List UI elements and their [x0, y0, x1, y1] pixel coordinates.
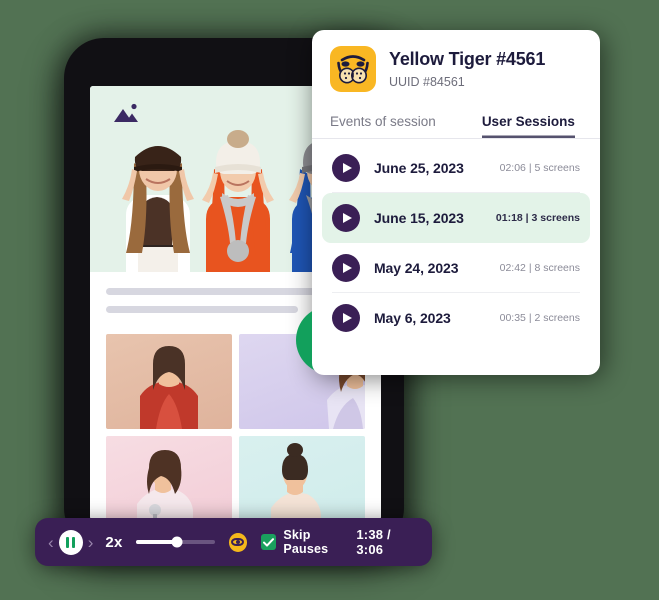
- list-item[interactable]: June 15, 2023 01:18 | 3 screens: [322, 193, 590, 243]
- session-uuid: UUID #84561: [389, 74, 465, 89]
- pause-button[interactable]: [58, 529, 83, 555]
- session-date: May 24, 2023: [374, 260, 459, 276]
- session-play-button[interactable]: [332, 154, 360, 182]
- skip-pauses-label: Skip Pauses: [283, 528, 329, 556]
- thumbnail-item[interactable]: [239, 436, 365, 520]
- pause-icon-bar-left: [66, 536, 70, 548]
- session-card-title-group: Yellow Tiger #4561 UUID #84561: [389, 49, 545, 89]
- volume-slider-knob[interactable]: [171, 536, 183, 548]
- session-meta: 02:42 | 8 screens: [499, 262, 580, 274]
- thumbnail-item[interactable]: [106, 334, 232, 429]
- play-icon: [343, 213, 352, 223]
- tab-user-sessions[interactable]: User Sessions: [482, 108, 575, 138]
- image-placeholder-icon: [114, 103, 138, 122]
- session-play-button[interactable]: [332, 304, 360, 332]
- session-card: Yellow Tiger #4561 UUID #84561 Events of…: [312, 30, 600, 375]
- chevron-left-icon[interactable]: ‹: [48, 534, 54, 551]
- session-meta: 00:35 | 2 screens: [499, 312, 580, 324]
- playback-speed-label[interactable]: 2x: [105, 534, 122, 551]
- eye-icon[interactable]: [228, 532, 247, 552]
- timecode-label: 1:38 / 3:06: [356, 527, 391, 557]
- list-item[interactable]: May 24, 2023 02:42 | 8 screens: [322, 243, 590, 293]
- thumbnail-item[interactable]: [106, 436, 232, 520]
- chevron-right-icon[interactable]: ›: [88, 534, 94, 551]
- play-icon: [343, 263, 352, 273]
- placeholder-bar: [106, 306, 298, 313]
- checkmark-icon: [263, 537, 275, 547]
- session-meta: 02:06 | 5 screens: [499, 162, 580, 174]
- session-player-bar: ‹ › 2x Skip Pauses 1:38 / 3:06: [35, 518, 432, 566]
- tab-events-of-session[interactable]: Events of session: [330, 108, 436, 138]
- avatar: [330, 46, 376, 92]
- session-play-button[interactable]: [332, 254, 360, 282]
- session-date: June 25, 2023: [374, 160, 464, 176]
- session-date: May 6, 2023: [374, 310, 451, 326]
- eye-pupil: [231, 538, 245, 546]
- session-meta: 01:18 | 3 screens: [495, 212, 580, 224]
- session-card-header: Yellow Tiger #4561 UUID #84561: [312, 30, 600, 100]
- page-title: Yellow Tiger #4561: [389, 49, 546, 70]
- session-date: June 15, 2023: [374, 210, 464, 226]
- user-sessions-list: June 25, 2023 02:06 | 5 screens June 15,…: [312, 139, 600, 343]
- volume-slider[interactable]: [135, 536, 215, 548]
- play-icon: [343, 313, 352, 323]
- session-play-button[interactable]: [332, 204, 360, 232]
- session-card-tabs: Events of session User Sessions: [312, 100, 600, 139]
- tiger-face-icon: [337, 55, 369, 84]
- pause-icon-bar-right: [72, 536, 76, 548]
- play-icon: [343, 163, 352, 173]
- list-item[interactable]: May 6, 2023 00:35 | 2 screens: [322, 293, 590, 343]
- skip-pauses-checkbox[interactable]: [260, 534, 277, 550]
- list-item[interactable]: June 25, 2023 02:06 | 5 screens: [322, 143, 590, 193]
